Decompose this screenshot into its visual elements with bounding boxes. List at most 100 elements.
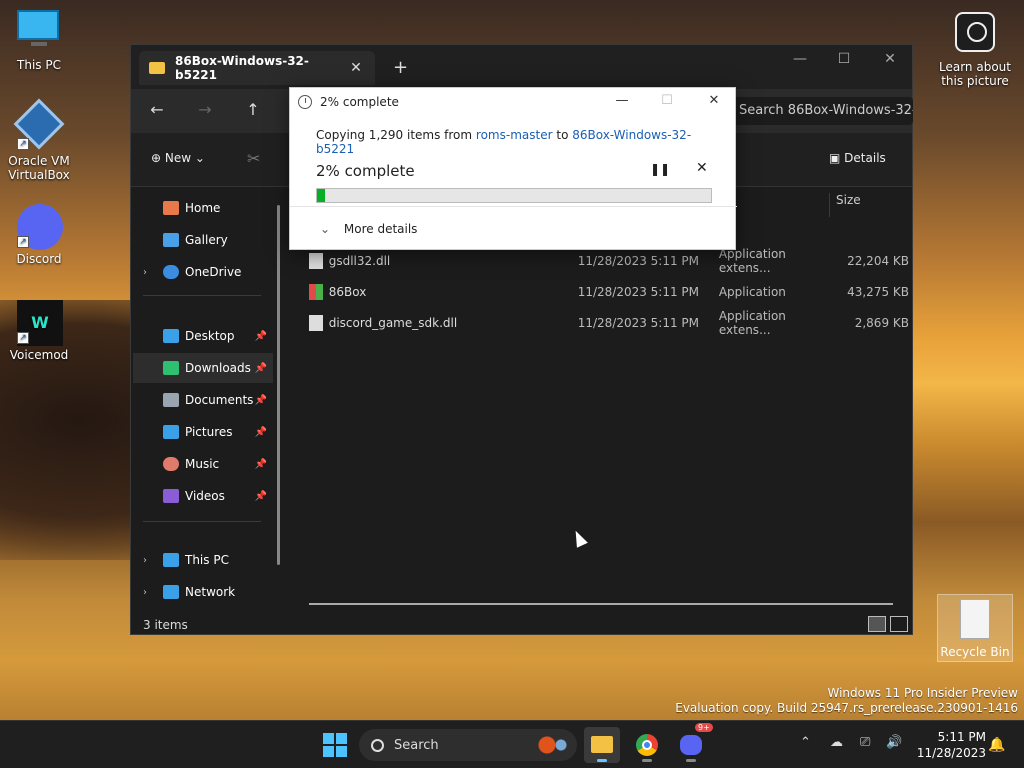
clock-time: 5:11 PM xyxy=(937,730,986,744)
file-row[interactable]: 86Box 11/28/2023 5:11 PM Application 43,… xyxy=(309,278,909,306)
music-icon xyxy=(163,457,179,471)
back-arrow-icon[interactable]: ← xyxy=(145,100,169,119)
sidebar-item-home[interactable]: Home xyxy=(133,193,273,223)
sidebar-item-label: Home xyxy=(185,201,221,215)
chevron-right-icon[interactable]: › xyxy=(143,267,147,278)
desktop-icon-recycle-bin[interactable]: Recycle Bin xyxy=(937,594,1013,662)
close-tab-icon[interactable]: ✕ xyxy=(347,60,365,76)
cut-icon[interactable]: ✂ xyxy=(247,149,260,168)
new-button[interactable]: ⊕ New ⌄ xyxy=(151,151,205,165)
horizontal-scrollbar[interactable] xyxy=(309,603,893,605)
sidebar-item-label: Downloads xyxy=(185,361,251,375)
minimize-icon[interactable]: — xyxy=(785,51,815,67)
file-list: Size gsdll32.dll 11/28/2023 5:11 PM Appl… xyxy=(291,187,913,612)
desktop-icon-this-pc[interactable]: This PC xyxy=(1,10,77,72)
details-view-icon[interactable] xyxy=(868,616,886,632)
chrome-center xyxy=(642,740,652,750)
sidebar-item-pictures[interactable]: Pictures 📌 xyxy=(133,417,273,447)
taskbar-clock[interactable]: 5:11 PM 11/28/2023 xyxy=(914,729,986,761)
more-details-button[interactable]: ⌄ More details xyxy=(320,222,417,236)
sidebar-item-downloads[interactable]: Downloads 📌 xyxy=(133,353,273,383)
desktop-icon-virtualbox[interactable]: ↗ Oracle VM VirtualBox xyxy=(1,98,77,182)
taskbar-file-explorer[interactable] xyxy=(584,727,620,763)
network-icon[interactable]: ⎚ xyxy=(860,735,870,750)
camera-icon xyxy=(955,12,995,52)
desktop-icon-voicemod[interactable]: W ↗ Voicemod xyxy=(1,300,77,362)
pin-icon: 📌 xyxy=(254,426,267,438)
divider xyxy=(143,295,261,296)
sidebar-item-this-pc[interactable]: › This PC xyxy=(133,545,273,575)
start-button[interactable] xyxy=(323,733,347,757)
details-button[interactable]: ▣ Details xyxy=(829,151,886,165)
pin-icon: 📌 xyxy=(254,490,267,502)
tab-86box[interactable]: 86Box-Windows-32-b5221 ✕ xyxy=(139,51,375,85)
taskbar-chrome[interactable] xyxy=(629,727,665,763)
sidebar-item-label: Desktop xyxy=(185,329,235,343)
tiles-view-icon[interactable] xyxy=(890,616,908,632)
plus-circle-icon: ⊕ xyxy=(151,151,162,165)
close-window-icon[interactable]: ✕ xyxy=(875,51,905,67)
running-indicator xyxy=(597,759,607,762)
chevron-right-icon[interactable]: › xyxy=(143,555,147,566)
dialog-titlebar: 2% complete — ☐ ✕ xyxy=(290,88,735,116)
divider xyxy=(143,521,261,522)
file-type: Application extens... xyxy=(718,247,786,275)
desktop-icon-discord[interactable]: ↗ Discord xyxy=(1,204,77,266)
onedrive-offline-icon[interactable]: ☁ xyxy=(830,735,843,750)
volume-icon[interactable]: 🔊 xyxy=(886,735,902,750)
new-tab-button[interactable]: + xyxy=(393,57,408,78)
sidebar-item-videos[interactable]: Videos 📌 xyxy=(133,481,273,511)
tab-bar: 86Box-Windows-32-b5221 ✕ + — ☐ ✕ xyxy=(131,45,912,89)
network-icon xyxy=(163,585,179,599)
home-icon xyxy=(163,201,179,215)
file-row[interactable]: gsdll32.dll 11/28/2023 5:11 PM Applicati… xyxy=(309,247,909,275)
clock-icon xyxy=(298,95,312,109)
up-arrow-icon[interactable]: ↑ xyxy=(241,100,265,119)
file-name: gsdll32.dll xyxy=(328,254,391,268)
progress-bar xyxy=(316,188,712,203)
dialog-title: 2% complete xyxy=(320,95,399,109)
folder-icon xyxy=(149,62,165,74)
search-input[interactable]: Search 86Box-Windows-32-b5221 xyxy=(731,97,913,125)
chevron-up-icon[interactable]: ⌃ xyxy=(800,735,811,750)
sidebar-item-onedrive[interactable]: › OneDrive xyxy=(133,257,273,287)
folder-icon xyxy=(591,736,613,753)
learn-label: Learn about this picture xyxy=(939,60,1011,88)
sidebar-item-label: Documents xyxy=(185,393,254,407)
learn-about-picture[interactable]: Learn about this picture xyxy=(938,12,1012,88)
close-icon[interactable]: ✕ xyxy=(700,93,728,108)
minimize-icon[interactable]: — xyxy=(608,93,636,108)
sidebar-item-network[interactable]: › Network xyxy=(133,577,273,607)
column-header-size[interactable]: Size xyxy=(829,193,861,217)
cloud-icon xyxy=(163,265,179,279)
progress-bar-fill xyxy=(317,189,325,202)
file-size: 22,204 KB xyxy=(847,254,909,268)
pin-icon: 📌 xyxy=(254,362,267,374)
sidebar-item-label: OneDrive xyxy=(185,265,242,279)
sidebar-item-desktop[interactable]: Desktop 📌 xyxy=(133,321,273,351)
maximize-icon[interactable]: ☐ xyxy=(829,51,859,67)
forward-arrow-icon[interactable]: → xyxy=(193,100,217,119)
file-name: discord_game_sdk.dll xyxy=(328,316,458,330)
copy-prefix: Copying 1,290 items from xyxy=(316,128,473,142)
source-folder-link[interactable]: roms-master xyxy=(476,128,553,142)
pin-icon: 📌 xyxy=(254,330,267,342)
chevron-right-icon[interactable]: › xyxy=(143,587,147,598)
new-label: New xyxy=(164,151,192,165)
copy-progress-dialog: 2% complete — ☐ ✕ Copying 1,290 items fr… xyxy=(289,87,737,250)
taskbar-discord[interactable]: 9+ xyxy=(673,723,713,763)
pause-icon[interactable]: ❚❚ xyxy=(650,162,670,176)
sidebar-item-music[interactable]: Music 📌 xyxy=(133,449,273,479)
cancel-icon[interactable]: ✕ xyxy=(696,160,708,176)
search-highlight-icon xyxy=(529,735,569,755)
dll-icon xyxy=(309,253,323,269)
file-row[interactable]: discord_game_sdk.dll 11/28/2023 5:11 PM … xyxy=(309,309,909,337)
sidebar-scrollbar[interactable] xyxy=(277,205,280,565)
notification-bell-icon[interactable]: 🔔 xyxy=(988,737,1005,753)
taskbar-search[interactable]: Search xyxy=(359,729,577,761)
percent-text: 2% complete xyxy=(316,162,415,180)
download-icon xyxy=(163,361,179,375)
sidebar-item-gallery[interactable]: Gallery xyxy=(133,225,273,255)
file-type: Application xyxy=(718,285,786,299)
sidebar-item-documents[interactable]: Documents 📌 xyxy=(133,385,273,415)
